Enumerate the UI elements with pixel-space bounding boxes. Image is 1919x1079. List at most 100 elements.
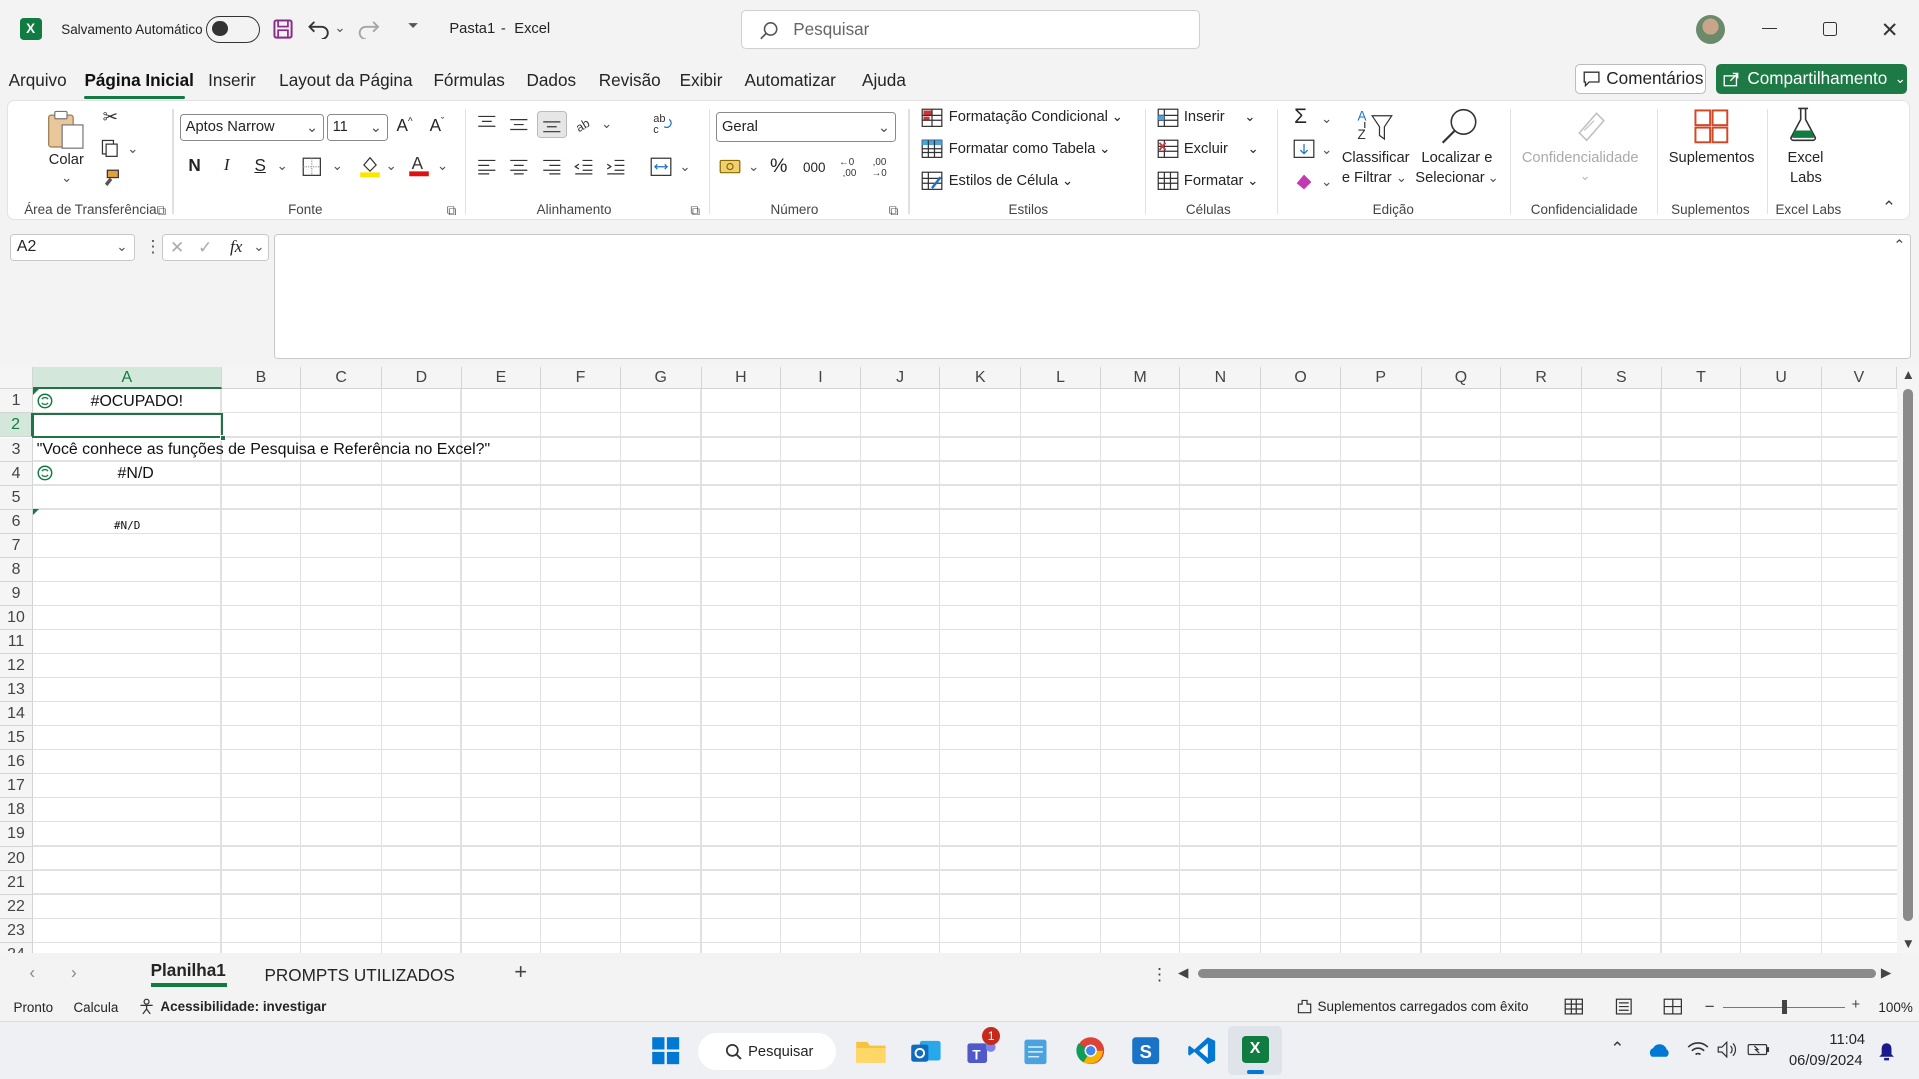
horizontal-scrollbar[interactable]: ◀ ▶: [1178, 965, 1896, 982]
row-header-19[interactable]: 19: [0, 822, 34, 847]
row-header-1[interactable]: 1: [0, 389, 34, 414]
onedrive-icon[interactable]: [1647, 1042, 1671, 1059]
tab-dados[interactable]: Dados: [527, 70, 577, 91]
confirm-entry-icon[interactable]: ✓: [198, 237, 212, 258]
align-center-icon[interactable]: [509, 158, 529, 175]
column-header-q[interactable]: Q: [1421, 367, 1502, 390]
currency-icon[interactable]: [719, 158, 743, 175]
taskbar-search[interactable]: Pesquisar: [697, 1033, 837, 1070]
decrease-indent-icon[interactable]: [574, 158, 594, 175]
fill-color-icon[interactable]: [359, 154, 381, 178]
tab-arquivo[interactable]: Arquivo: [9, 70, 67, 91]
clock-date[interactable]: 06/09/2024: [1789, 1053, 1863, 1069]
column-header-h[interactable]: H: [701, 367, 782, 390]
column-header-u[interactable]: U: [1741, 367, 1823, 390]
clear-icon[interactable]: [1293, 171, 1315, 191]
wrap-text-icon[interactable]: ab c: [652, 112, 674, 134]
delete-cells-button[interactable]: Excluir ⌄: [1157, 139, 1259, 159]
font-launcher-icon[interactable]: ⧉: [447, 203, 457, 219]
column-header-j[interactable]: J: [860, 367, 941, 390]
format-cells-button[interactable]: Formatar ⌄: [1157, 171, 1258, 191]
row-header-9[interactable]: 9: [0, 581, 34, 606]
row-header-23[interactable]: 23: [0, 918, 34, 943]
zoom-in-icon[interactable]: +: [1851, 997, 1860, 1013]
sheet-tab-planilha1[interactable]: Planilha1: [151, 960, 226, 981]
column-header-m[interactable]: M: [1100, 367, 1181, 390]
align-right-icon[interactable]: [542, 158, 562, 175]
minimize-icon[interactable]: [1762, 28, 1777, 30]
tab-ajuda[interactable]: Ajuda: [862, 70, 906, 91]
sort-label-2[interactable]: e Filtrar: [1342, 170, 1392, 186]
restore-icon[interactable]: [1823, 22, 1837, 36]
page-layout-view-icon[interactable]: [1614, 998, 1634, 1015]
row-header-2[interactable]: 2: [0, 413, 34, 438]
decrease-decimal-icon[interactable]: ,00 →0: [869, 155, 891, 177]
row-header-18[interactable]: 18: [0, 798, 34, 823]
cell-a2-selected[interactable]: [31, 412, 226, 442]
column-header-s[interactable]: S: [1582, 367, 1662, 390]
format-as-table-button[interactable]: Formatar como Tabela ⌄: [921, 139, 1110, 159]
shrink-font-icon[interactable]: Aˇ: [430, 115, 445, 136]
row-header-5[interactable]: 5: [0, 485, 34, 510]
excel-labs-label-1[interactable]: Excel: [1788, 150, 1824, 166]
alignment-launcher-icon[interactable]: ⧉: [690, 203, 700, 219]
insert-cells-button[interactable]: Inserir ⌄: [1157, 108, 1256, 128]
autosum-dropdown-icon[interactable]: ⌄: [1321, 111, 1332, 127]
row-header-17[interactable]: 17: [0, 774, 34, 799]
row-header-10[interactable]: 10: [0, 605, 34, 630]
currency-dropdown-icon[interactable]: ⌄: [748, 159, 759, 175]
name-box[interactable]: A2 ⌄: [9, 233, 135, 261]
column-header-f[interactable]: F: [541, 367, 621, 390]
italic-button[interactable]: I: [224, 155, 230, 175]
addins-label[interactable]: Suplementos: [1669, 150, 1755, 166]
normal-view-icon[interactable]: [1564, 998, 1584, 1015]
close-icon[interactable]: ✕: [1881, 18, 1898, 43]
conditional-formatting-button[interactable]: Formatação Condicional ⌄: [921, 108, 1123, 128]
search-box[interactable]: Pesquisar: [740, 9, 1200, 49]
excel-labs-label-2[interactable]: Labs: [1790, 170, 1822, 186]
borders-dropdown-icon[interactable]: ⌄: [332, 158, 343, 174]
merge-dropdown-icon[interactable]: ⌄: [679, 159, 690, 175]
fill-dropdown-icon-2[interactable]: ⌄: [1321, 142, 1332, 158]
redo-icon[interactable]: [356, 17, 380, 40]
increase-indent-icon[interactable]: [606, 158, 626, 175]
paste-dropdown-icon[interactable]: ⌄: [61, 170, 72, 186]
font-color-dropdown-icon[interactable]: ⌄: [437, 158, 448, 174]
addins-status[interactable]: Suplementos carregados com êxito: [1296, 998, 1528, 1015]
align-bottom-icon[interactable]: [537, 111, 567, 139]
sensitivity-icon[interactable]: [1572, 106, 1609, 143]
vertical-scrollbar[interactable]: ▲ ▼: [1896, 367, 1919, 953]
number-launcher-icon[interactable]: ⧉: [889, 203, 899, 219]
tab-automatizar[interactable]: Automatizar: [744, 70, 835, 91]
column-header-i[interactable]: I: [781, 367, 861, 390]
column-header-k[interactable]: K: [940, 367, 1022, 390]
column-header-v[interactable]: V: [1822, 367, 1897, 390]
sort-filter-icon[interactable]: AZ: [1355, 106, 1397, 145]
row-header-14[interactable]: 14: [0, 702, 34, 727]
prev-sheet-icon[interactable]: ‹: [29, 962, 35, 983]
format-painter-icon[interactable]: [100, 169, 120, 189]
clipboard-launcher-icon[interactable]: ⧉: [157, 203, 167, 219]
worksheet-grid[interactable]: ABCDEFGHIJKLMNOPQRSTUV 1 2 3 4 5 6 7 8 9 10 11 12 13…: [0, 367, 1919, 967]
row-header-7[interactable]: 7: [0, 533, 34, 558]
copy-dropdown-icon[interactable]: ⌄: [127, 141, 138, 157]
taskbar-excel-active[interactable]: X: [1228, 1025, 1283, 1075]
font-name-combo[interactable]: Aptos Narrow ⌄: [179, 113, 325, 141]
undo-icon[interactable]: [307, 17, 331, 40]
cell-a6-value[interactable]: #N/D: [114, 519, 141, 532]
vscode-icon[interactable]: [1180, 1030, 1222, 1072]
find-label-1[interactable]: Localizar e: [1421, 150, 1492, 166]
find-select-icon[interactable]: [1439, 106, 1481, 145]
chrome-icon[interactable]: [1070, 1030, 1112, 1072]
insert-function-button[interactable]: fx: [230, 237, 242, 257]
orientation-icon[interactable]: ab: [574, 114, 596, 134]
teams-icon[interactable]: T 1: [960, 1027, 1002, 1072]
excel-labs-icon[interactable]: [1786, 106, 1820, 143]
row-header-4[interactable]: 4: [0, 461, 34, 486]
zoom-slider-thumb[interactable]: [1781, 1000, 1787, 1014]
fill-down-icon[interactable]: [1293, 139, 1315, 159]
column-header-e[interactable]: E: [461, 367, 542, 390]
paste-icon[interactable]: [45, 109, 89, 151]
row-header-13[interactable]: 13: [0, 678, 34, 703]
accessibility-button[interactable]: Acessibilidade: investigar: [138, 998, 326, 1015]
